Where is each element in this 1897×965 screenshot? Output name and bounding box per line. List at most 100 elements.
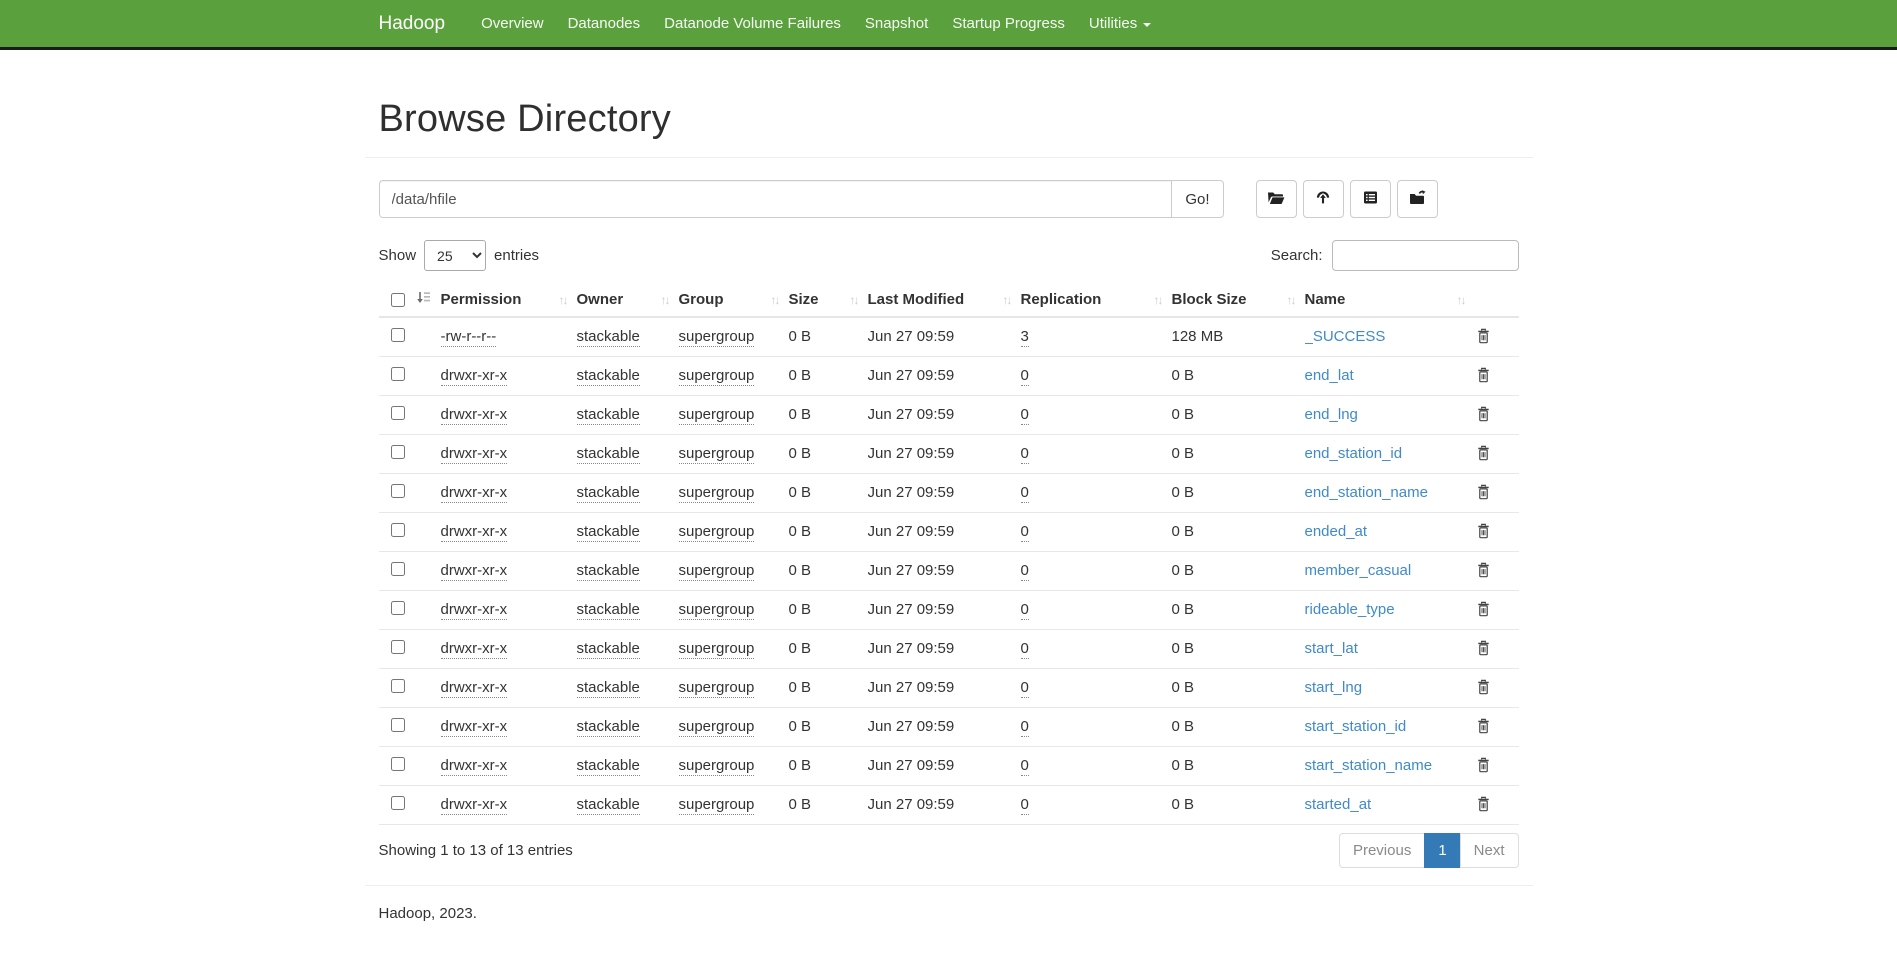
col-header-size[interactable]: Size↑↓ [789, 283, 868, 317]
owner-value[interactable]: stackable [577, 601, 640, 620]
replication-value[interactable]: 0 [1021, 718, 1029, 737]
move-folder-button[interactable] [1397, 180, 1438, 218]
group-value[interactable]: supergroup [679, 640, 755, 659]
group-value[interactable]: supergroup [679, 718, 755, 737]
col-header-select[interactable] [379, 283, 441, 317]
file-name-link[interactable]: end_lat [1305, 367, 1354, 384]
row-checkbox[interactable] [391, 445, 405, 459]
owner-value[interactable]: stackable [577, 718, 640, 737]
replication-value[interactable]: 3 [1021, 328, 1029, 347]
replication-value[interactable]: 0 [1021, 757, 1029, 776]
group-value[interactable]: supergroup [679, 484, 755, 503]
permission-value[interactable]: -rw-r--r-- [441, 328, 497, 347]
permission-value[interactable]: drwxr-xr-x [441, 523, 508, 542]
file-name-link[interactable]: end_station_id [1305, 445, 1403, 462]
delete-button[interactable] [1475, 365, 1492, 385]
file-name-link[interactable]: start_lng [1305, 679, 1363, 696]
permission-value[interactable]: drwxr-xr-x [441, 367, 508, 386]
group-value[interactable]: supergroup [679, 367, 755, 386]
file-name-link[interactable]: member_casual [1305, 562, 1412, 579]
row-checkbox[interactable] [391, 718, 405, 732]
replication-value[interactable]: 0 [1021, 640, 1029, 659]
row-checkbox[interactable] [391, 367, 405, 381]
owner-value[interactable]: stackable [577, 679, 640, 698]
group-value[interactable]: supergroup [679, 757, 755, 776]
replication-value[interactable]: 0 [1021, 562, 1029, 581]
delete-button[interactable] [1475, 638, 1492, 658]
delete-button[interactable] [1475, 560, 1492, 580]
row-checkbox[interactable] [391, 601, 405, 615]
row-checkbox[interactable] [391, 796, 405, 810]
delete-button[interactable] [1475, 677, 1492, 697]
file-name-link[interactable]: start_station_name [1305, 757, 1433, 774]
directory-path-input[interactable] [379, 180, 1173, 218]
file-name-link[interactable]: start_station_id [1305, 718, 1407, 735]
replication-value[interactable]: 0 [1021, 445, 1029, 464]
owner-value[interactable]: stackable [577, 484, 640, 503]
file-name-link[interactable]: start_lat [1305, 640, 1358, 657]
owner-value[interactable]: stackable [577, 562, 640, 581]
replication-value[interactable]: 0 [1021, 484, 1029, 503]
col-header-replication[interactable]: Replication↑↓ [1021, 283, 1172, 317]
delete-button[interactable] [1475, 521, 1492, 541]
replication-value[interactable]: 0 [1021, 796, 1029, 815]
brand-hadoop[interactable]: Hadoop [379, 13, 456, 35]
row-checkbox[interactable] [391, 523, 405, 537]
col-header-block-size[interactable]: Block Size↑↓ [1172, 283, 1305, 317]
owner-value[interactable]: stackable [577, 445, 640, 464]
nav-item-snapshot[interactable]: Snapshot [853, 15, 940, 32]
permission-value[interactable]: drwxr-xr-x [441, 679, 508, 698]
go-button[interactable]: Go! [1171, 180, 1223, 218]
owner-value[interactable]: stackable [577, 796, 640, 815]
pagination-next[interactable]: Next [1460, 833, 1519, 868]
group-value[interactable]: supergroup [679, 562, 755, 581]
file-name-link[interactable]: started_at [1305, 796, 1372, 813]
row-checkbox[interactable] [391, 484, 405, 498]
row-checkbox[interactable] [391, 562, 405, 576]
replication-value[interactable]: 0 [1021, 601, 1029, 620]
row-checkbox[interactable] [391, 679, 405, 693]
col-header-permission[interactable]: Permission↑↓ [441, 283, 577, 317]
owner-value[interactable]: stackable [577, 757, 640, 776]
row-checkbox[interactable] [391, 406, 405, 420]
row-checkbox[interactable] [391, 640, 405, 654]
owner-value[interactable]: stackable [577, 367, 640, 386]
col-header-group[interactable]: Group↑↓ [679, 283, 789, 317]
col-header-owner[interactable]: Owner↑↓ [577, 283, 679, 317]
row-checkbox[interactable] [391, 328, 405, 342]
group-value[interactable]: supergroup [679, 679, 755, 698]
delete-button[interactable] [1475, 404, 1492, 424]
pagination-previous[interactable]: Previous [1339, 833, 1425, 868]
group-value[interactable]: supergroup [679, 523, 755, 542]
owner-value[interactable]: stackable [577, 328, 640, 347]
permission-value[interactable]: drwxr-xr-x [441, 796, 508, 815]
nav-item-overview[interactable]: Overview [469, 15, 556, 32]
replication-value[interactable]: 0 [1021, 523, 1029, 542]
file-list-button[interactable] [1350, 180, 1391, 218]
file-name-link[interactable]: end_station_name [1305, 484, 1428, 501]
replication-value[interactable]: 0 [1021, 367, 1029, 386]
select-all-checkbox[interactable] [391, 293, 405, 307]
group-value[interactable]: supergroup [679, 445, 755, 464]
file-name-link[interactable]: _SUCCESS [1305, 328, 1386, 345]
delete-button[interactable] [1475, 599, 1492, 619]
permission-value[interactable]: drwxr-xr-x [441, 601, 508, 620]
open-folder-button[interactable] [1256, 180, 1297, 218]
file-name-link[interactable]: ended_at [1305, 523, 1368, 540]
group-value[interactable]: supergroup [679, 328, 755, 347]
pagination-page-1[interactable]: 1 [1424, 833, 1460, 868]
nav-item-datanode-volume-failures[interactable]: Datanode Volume Failures [652, 15, 853, 32]
permission-value[interactable]: drwxr-xr-x [441, 484, 508, 503]
permission-value[interactable]: drwxr-xr-x [441, 562, 508, 581]
owner-value[interactable]: stackable [577, 523, 640, 542]
delete-button[interactable] [1475, 755, 1492, 775]
page-size-select[interactable]: 25 [424, 240, 486, 271]
delete-button[interactable] [1475, 443, 1492, 463]
group-value[interactable]: supergroup [679, 796, 755, 815]
nav-item-startup-progress[interactable]: Startup Progress [940, 15, 1077, 32]
owner-value[interactable]: stackable [577, 406, 640, 425]
permission-value[interactable]: drwxr-xr-x [441, 445, 508, 464]
delete-button[interactable] [1475, 326, 1492, 346]
permission-value[interactable]: drwxr-xr-x [441, 406, 508, 425]
delete-button[interactable] [1475, 482, 1492, 502]
